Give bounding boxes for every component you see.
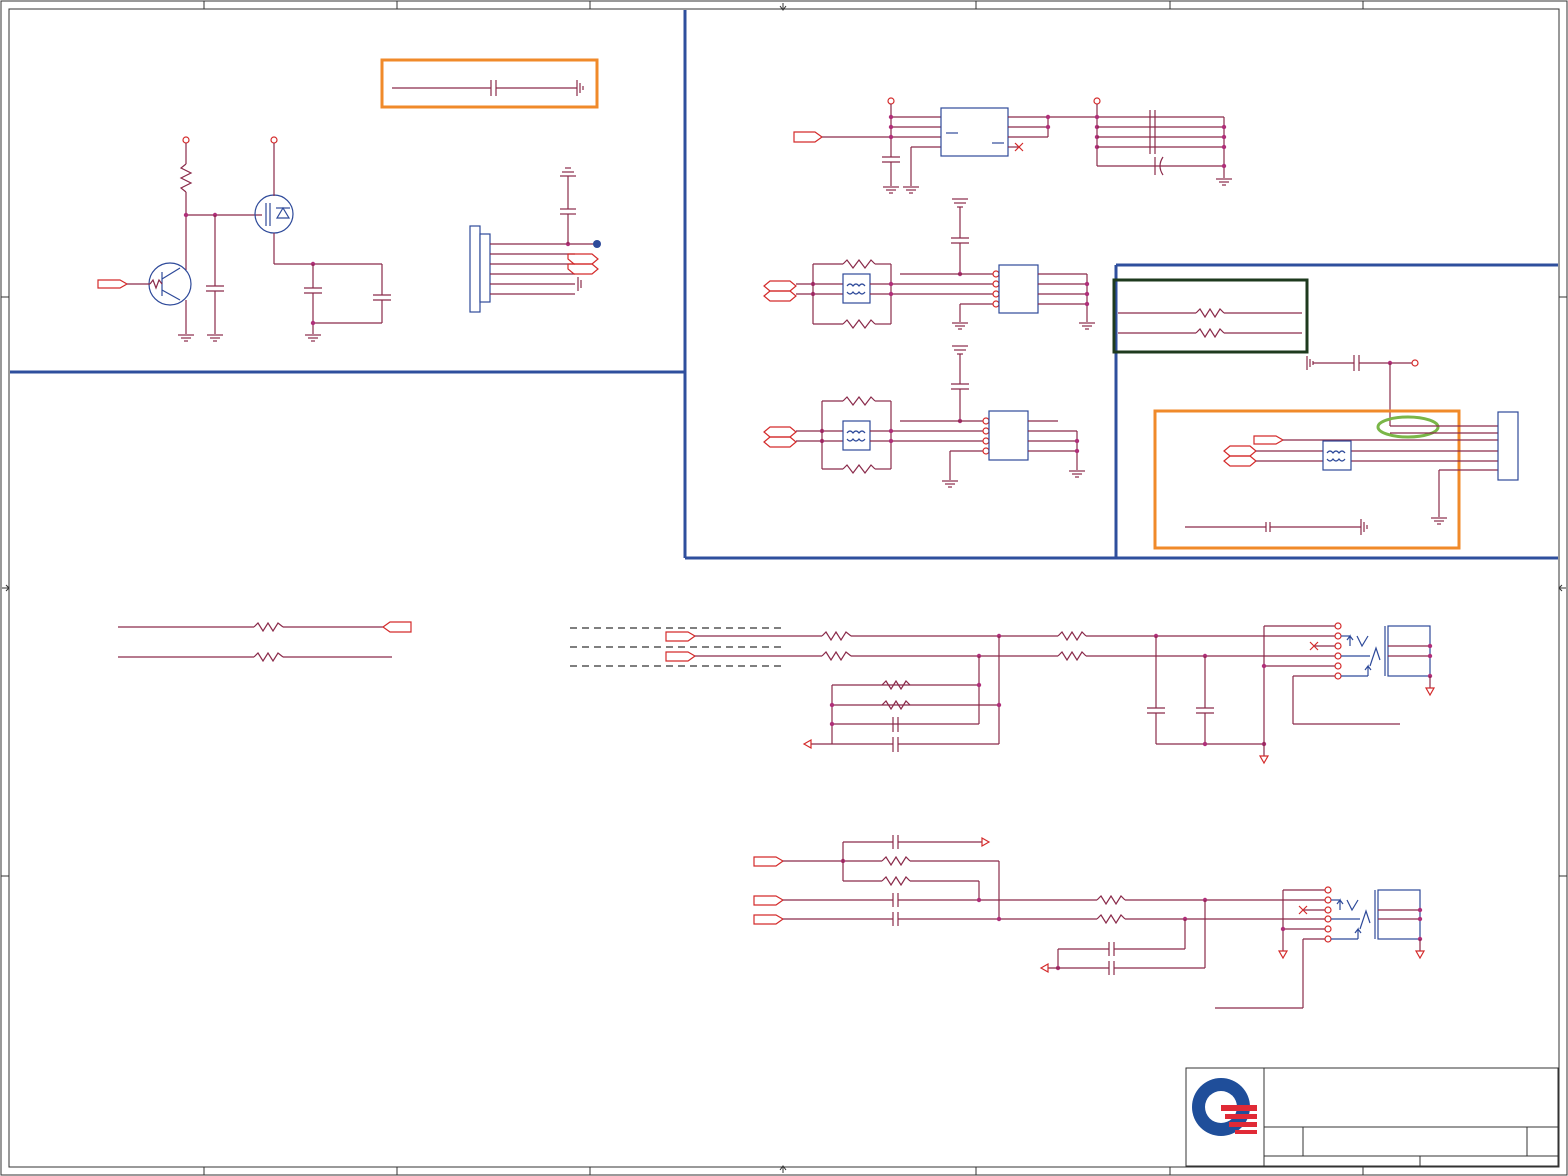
- highlight-ellipse-green: [1376, 415, 1440, 439]
- highlight-box-dark-green: [1112, 278, 1309, 354]
- sheet-frame: [0, 0, 1568, 1176]
- regulator-circuit: [793, 97, 1232, 194]
- mosfet-symbol: [254, 194, 294, 234]
- power-pin: [182, 136, 190, 144]
- title-block: [1185, 1067, 1559, 1167]
- npn-transistor-symbol: [148, 262, 192, 306]
- resistor-symbol: [253, 651, 284, 663]
- line-filter-a: [763, 198, 1095, 330]
- ground-symbol: [305, 334, 321, 342]
- lower-left-resistors: [118, 621, 412, 663]
- connector-block: [1497, 411, 1519, 481]
- input-port-symbol: [793, 131, 824, 143]
- resistor-symbol: [842, 259, 876, 269]
- connector-ic: [988, 410, 1029, 461]
- connector-block: [469, 167, 601, 313]
- switch-circuit: [97, 136, 391, 342]
- resistor-symbol: [842, 464, 876, 474]
- resistor-symbol: [179, 163, 193, 193]
- output-port-symbol: [381, 621, 412, 633]
- resistor-symbol: [253, 621, 284, 633]
- power-pin: [270, 136, 278, 144]
- ground-symbol: [207, 334, 223, 342]
- common-mode-choke-symbol: [842, 273, 871, 304]
- jack-filter-circuit: [1153, 355, 1519, 550]
- junction-dot: [593, 240, 601, 248]
- audio-jack-symbol: [1341, 625, 1431, 677]
- line-filter-b: [763, 345, 1085, 488]
- common-mode-choke-symbol: [842, 420, 871, 451]
- resistor-symbol: [842, 396, 876, 406]
- audio-jack-circuit-b: [753, 835, 1426, 1009]
- schematic-sheet: [0, 0, 1568, 1176]
- section-borders: [10, 10, 1558, 560]
- resistor-symbol: [842, 319, 876, 329]
- highlight-box-orange: [380, 58, 599, 109]
- ground-symbol: [178, 334, 194, 342]
- regulator-ic: [940, 107, 1009, 157]
- company-logo-mark: [1192, 1078, 1257, 1136]
- connector-ic: [998, 264, 1039, 314]
- audio-jack-symbol: [1331, 889, 1421, 940]
- audio-jack-circuit-a: [570, 622, 1436, 765]
- input-port-symbol: [97, 279, 129, 289]
